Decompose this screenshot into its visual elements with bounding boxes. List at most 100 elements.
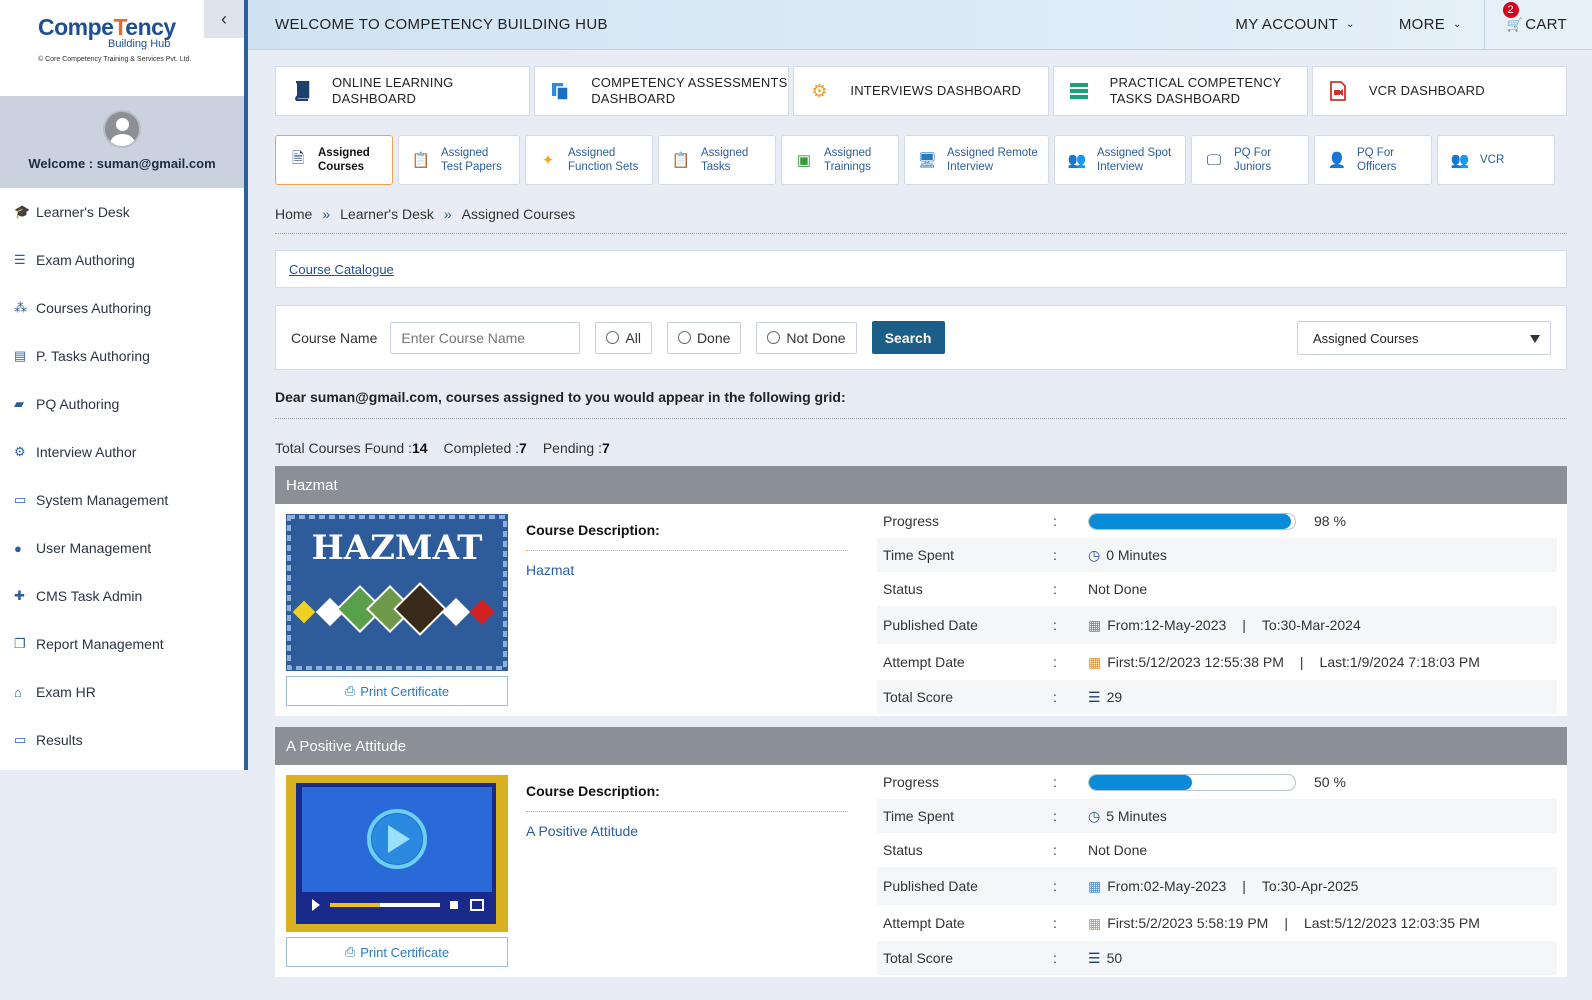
video-thumbnail[interactable] <box>286 775 508 932</box>
sidebar-item-results[interactable]: ▭ Results <box>0 716 244 764</box>
attempt-first: First:5/12/2023 12:55:38 PM <box>1107 654 1284 670</box>
hazmat-thumbnail[interactable]: HAZMAT <box>286 514 508 671</box>
dashboard-label-line1: COMPETENCY ASSESSMENTS <box>591 75 788 90</box>
tab-label-line1: Assigned <box>568 147 616 159</box>
course-description-heading: Course Description: <box>526 783 848 812</box>
info-row-published: Published Date: ▦ From:12-May-2023 | To:30-M… <box>877 606 1557 644</box>
cart-label: CART <box>1525 16 1567 33</box>
user-panel: Welcome : suman@gmail.com <box>0 96 244 188</box>
course-card: Hazmat HAZMAT ⎙ Print Certificate Course … <box>275 466 1567 716</box>
cart-icon: 🛒 <box>1506 16 1524 32</box>
print-label: Print Certificate <box>360 944 450 960</box>
sidebar-item-exam-hr[interactable]: ⌂ Exam HR <box>0 668 244 716</box>
more-label: MORE <box>1398 16 1446 33</box>
tab-vcr[interactable]: 👥 VCR <box>1437 135 1555 185</box>
sidebar-item-label: Results <box>36 732 83 748</box>
tab-assigned-tasks[interactable]: 📋 Assigned Tasks <box>658 135 776 185</box>
tab-assigned-courses[interactable]: 🗎 Assigned Courses <box>275 135 393 185</box>
course-name-input[interactable] <box>390 321 581 354</box>
tab-assigned-spot-interview[interactable]: 👥 Assigned Spot Interview <box>1054 135 1186 185</box>
divider <box>275 418 1567 419</box>
course-description: Hazmat <box>526 562 575 578</box>
tab-assigned-test-papers[interactable]: 📋 Assigned Test Papers <box>398 135 520 185</box>
dashboard-label-line2: DASHBOARD <box>332 91 417 106</box>
document-icon: 🗎 <box>291 149 305 167</box>
sidebar-item-p-tasks-authoring[interactable]: ▤ P. Tasks Authoring <box>0 332 244 380</box>
dashboard-label-line2: DASHBOARD <box>591 91 676 106</box>
filter-done-radio[interactable]: Done <box>666 321 742 354</box>
time-value: 0 Minutes <box>1106 547 1167 563</box>
stat-value: 14 <box>411 440 428 456</box>
dashboard-vcr[interactable]: VCR DASHBOARD <box>1311 66 1568 116</box>
book-icon: ▰ <box>14 396 24 411</box>
sidebar-item-courses-authoring[interactable]: ⁂ Courses Authoring <box>0 284 244 332</box>
sidebar-item-exam-authoring[interactable]: ☰ Exam Authoring <box>0 236 244 284</box>
sidebar-item-user-management[interactable]: ● User Management <box>0 524 244 572</box>
print-certificate-button[interactable]: ⎙ Print Certificate <box>286 937 508 967</box>
more-menu[interactable]: MORE ⌄ <box>1377 0 1484 50</box>
my-account-menu[interactable]: MY ACCOUNT ⌄ <box>1213 0 1376 50</box>
sidebar-item-interview-author[interactable]: ⚙ Interview Author <box>0 428 244 476</box>
sidebar-item-cms-task-admin[interactable]: ✚ CMS Task Admin <box>0 572 244 620</box>
search-button[interactable]: Search <box>871 321 945 354</box>
filter-not-done-radio[interactable]: Not Done <box>756 321 857 354</box>
breadcrumb-separator: » <box>322 206 331 222</box>
published-to: To:30-Mar-2024 <box>1261 617 1361 633</box>
filter-all-radio[interactable]: All <box>595 321 652 354</box>
dashboard-interviews[interactable]: ⚙ INTERVIEWS DASHBOARD <box>793 66 1049 116</box>
dashboard-practical-tasks[interactable]: PRACTICAL COMPETENCY TASKS DASHBOARD <box>1052 66 1308 116</box>
info-colon: : <box>1053 774 1057 790</box>
copy-icon: ❐ <box>14 636 26 651</box>
presentation-icon: ▣ <box>796 152 812 169</box>
course-title[interactable]: A Positive Attitude <box>275 727 1567 765</box>
progress-fill <box>1089 774 1192 790</box>
cart-button[interactable]: 🛒 2 CART <box>1483 0 1592 50</box>
server-icon <box>1068 80 1090 102</box>
info-colon: : <box>1053 689 1057 705</box>
brand-logo[interactable]: CompeTency Building Hub © Core Competenc… <box>38 14 208 63</box>
welcome-user: Welcome : suman@gmail.com <box>28 156 216 171</box>
brand-tagline: © Core Competency Training & Services Pv… <box>38 56 192 63</box>
course-title[interactable]: Hazmat <box>275 466 1567 504</box>
info-row-score: Total Score: ☰ 29 <box>877 680 1557 714</box>
screen-icon: 🖵 <box>1206 151 1222 169</box>
info-key: Published Date <box>883 617 978 633</box>
tab-pq-for-officers[interactable]: 👤 PQ For Officers <box>1314 135 1432 185</box>
breadcrumb-separator: » <box>443 206 452 222</box>
stat-total: Total Courses Found :14 <box>275 440 428 456</box>
sidebar-item-system-management[interactable]: ▭ System Management <box>0 476 244 524</box>
sidebar-item-learners-desk[interactable]: 🎓 Learner's Desk <box>0 188 244 236</box>
tasks-icon: ▤ <box>14 348 27 363</box>
tab-assigned-remote-interview[interactable]: 🖥 Assigned Remote Interview <box>904 135 1049 185</box>
course-type-select[interactable]: Assigned Courses <box>1297 321 1551 355</box>
dashboard-online-learning[interactable]: ONLINE LEARNING DASHBOARD <box>275 66 531 116</box>
tab-assigned-function-sets[interactable]: ✦ Assigned Function Sets <box>525 135 653 185</box>
course-catalogue-link[interactable]: Course Catalogue <box>289 262 394 277</box>
course-name-label: Course Name <box>291 329 378 346</box>
user-plus-icon: ✚ <box>14 588 25 603</box>
breadcrumb-learners-desk[interactable]: Learner's Desk <box>340 206 434 222</box>
tab-label-line1: Assigned <box>318 147 370 159</box>
sidebar-item-pq-authoring[interactable]: ▰ PQ Authoring <box>0 380 244 428</box>
pipe-separator: | <box>1299 654 1304 670</box>
info-colon: : <box>1053 808 1057 824</box>
info-row-attempt: Attempt Date: ▦ First:5/2/2023 5:58:19 PM |… <box>877 905 1557 941</box>
tab-pq-for-juniors[interactable]: 🖵 PQ For Juniors <box>1191 135 1309 185</box>
sidebar-item-label: P. Tasks Authoring <box>36 348 150 364</box>
sidebar-item-label: Exam HR <box>36 684 96 700</box>
info-key: Published Date <box>883 878 978 894</box>
brand-name-left: Compe <box>38 14 114 40</box>
info-row-time: Time Spent: ◷ 0 Minutes <box>877 538 1557 572</box>
video-file-icon <box>1327 80 1349 102</box>
brand-sub: Building Hub <box>108 38 171 50</box>
sidebar-item-report-management[interactable]: ❐ Report Management <box>0 620 244 668</box>
info-key: Attempt Date <box>883 654 965 670</box>
radio-label: All <box>625 329 641 346</box>
tab-assigned-trainings[interactable]: ▣ Assigned Trainings <box>781 135 899 185</box>
print-certificate-button[interactable]: ⎙ Print Certificate <box>286 676 508 706</box>
info-row-score: Total Score: ☰ 50 <box>877 941 1557 975</box>
breadcrumb-home[interactable]: Home <box>275 206 312 222</box>
tab-label-line1: Assigned <box>701 147 749 159</box>
dashboard-competency-assessments[interactable]: COMPETENCY ASSESSMENTS DASHBOARD <box>534 66 790 116</box>
sidebar-collapse-button[interactable]: ‹ <box>204 0 244 38</box>
